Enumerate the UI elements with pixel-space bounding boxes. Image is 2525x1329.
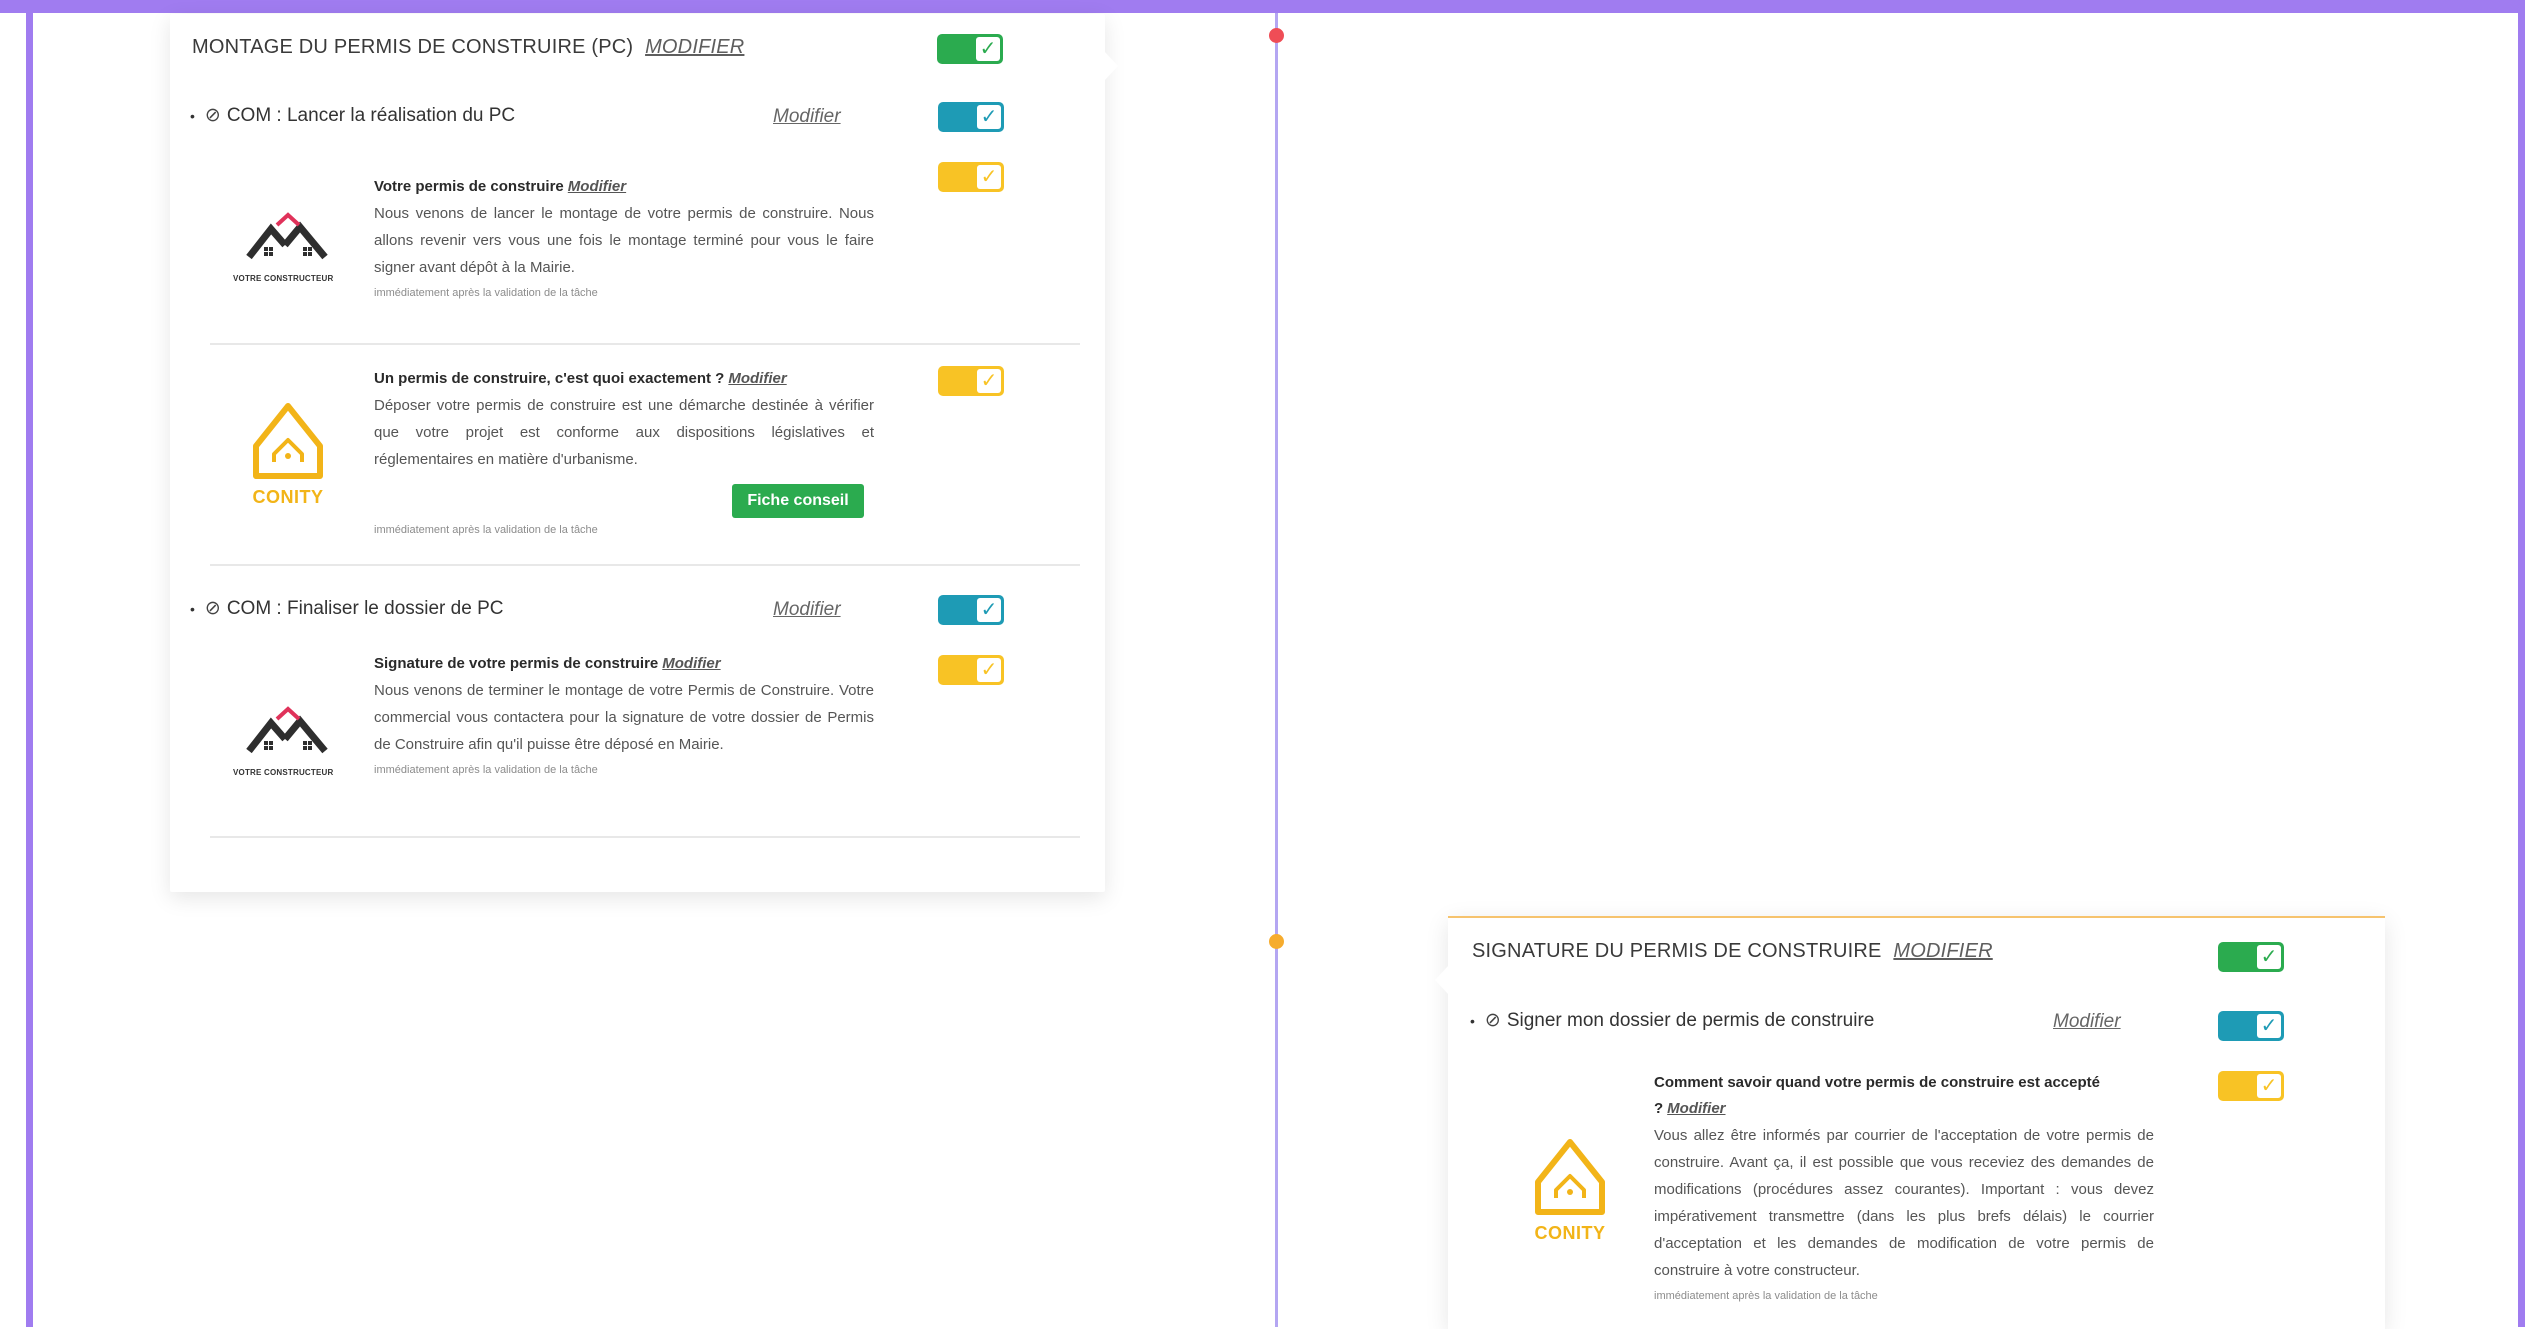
votre-constructeur-logo: VOTRE CONSTRUCTEUR	[233, 207, 351, 297]
logo-caption: VOTRE CONSTRUCTEUR	[233, 768, 334, 777]
check-circle-icon: ⊘	[204, 598, 221, 619]
message-block: Comment savoir quand votre permis de con…	[1654, 1070, 2154, 1302]
check-icon: ✓	[2257, 945, 2281, 969]
check-icon: ✓	[2257, 1014, 2281, 1038]
check-icon: ✓	[977, 658, 1001, 682]
check-circle-icon: ⊘	[204, 105, 221, 126]
message-body: Nous venons de terminer le montage de vo…	[374, 682, 874, 753]
timeline-dot-red	[1269, 28, 1284, 43]
message-title-text: ?	[1654, 1100, 1664, 1117]
section-title: SIGNATURE DU PERMIS DE CONSTRUIRE MODIFI…	[1472, 940, 1993, 963]
message-title-text: Votre permis de construire	[374, 178, 564, 195]
task-label: Signer mon dossier de permis de construi…	[1506, 1009, 1875, 1031]
message-toggle[interactable]: ✓	[2218, 1071, 2284, 1101]
check-circle-icon: ⊘	[1484, 1010, 1501, 1031]
logo-caption: CONITY	[252, 487, 324, 507]
message-title: Signature de votre permis de construire M…	[374, 651, 874, 677]
section-title: MONTAGE DU PERMIS DE CONSTRUIRE (PC) MOD…	[192, 36, 744, 59]
message-body: Nous venons de lancer le montage de votr…	[374, 205, 874, 276]
conity-house-icon	[1535, 1139, 1605, 1215]
message-timing: immédiatement après la validation de la …	[1654, 1290, 1878, 1302]
message-block: Signature de votre permis de construire M…	[374, 651, 874, 776]
step-card-signature-pc: SIGNATURE DU PERMIS DE CONSTRUIRE MODIFI…	[1435, 916, 2385, 1329]
message-timing: immédiatement après la validation de la …	[374, 524, 598, 536]
section-modify-link[interactable]: MODIFIER	[645, 36, 744, 58]
task-label: COM : Finaliser le dossier de PC	[226, 597, 504, 619]
check-icon: ✓	[977, 165, 1001, 189]
message-block: Votre permis de construire Modifier Nous …	[374, 174, 874, 299]
section-toggle[interactable]: ✓	[937, 34, 1003, 64]
frame-top-border	[0, 0, 2525, 13]
bullet-icon: •	[190, 600, 195, 617]
message-timing: immédiatement après la validation de la …	[374, 764, 598, 776]
message-toggle[interactable]: ✓	[938, 366, 1004, 396]
message-modify-link[interactable]: Modifier	[728, 370, 786, 387]
check-icon: ✓	[977, 105, 1001, 129]
frame-right-border	[2518, 0, 2525, 1327]
house-roofs-icon	[246, 706, 328, 754]
task-label: COM : Lancer la réalisation du PC	[226, 104, 516, 126]
bullet-icon: •	[190, 107, 195, 124]
conity-logo: CONITY	[238, 400, 338, 530]
message-body: Déposer votre permis de construire est u…	[374, 397, 874, 468]
message-title-text: Un permis de construire, c'est quoi exac…	[374, 370, 725, 387]
timeline-line	[1275, 13, 1278, 1327]
section-modify-link[interactable]: MODIFIER	[1893, 940, 1992, 962]
check-icon: ✓	[2257, 1074, 2281, 1098]
logo-caption: VOTRE CONSTRUCTEUR	[233, 274, 334, 283]
section-toggle[interactable]: ✓	[2218, 942, 2284, 972]
divider	[210, 564, 1080, 566]
bullet-icon: •	[1470, 1012, 1475, 1029]
task-item: • ⊘ COM : Lancer la réalisation du PC	[190, 104, 515, 127]
message-modify-link[interactable]: Modifier	[662, 655, 720, 672]
message-title: Votre permis de construire Modifier	[374, 174, 874, 200]
task-toggle[interactable]: ✓	[2218, 1011, 2284, 1041]
conity-house-icon	[253, 403, 323, 479]
message-block: Un permis de construire, c'est quoi exac…	[374, 366, 874, 473]
task-modify-link[interactable]: Modifier	[773, 106, 841, 128]
message-toggle[interactable]: ✓	[938, 162, 1004, 192]
task-modify-link[interactable]: Modifier	[773, 599, 841, 621]
check-icon: ✓	[977, 598, 1001, 622]
votre-constructeur-logo: VOTRE CONSTRUCTEUR	[233, 701, 351, 791]
frame-left-border	[26, 0, 33, 1327]
section-title-text: SIGNATURE DU PERMIS DE CONSTRUIRE	[1472, 940, 1882, 962]
message-title: ? Modifier	[1654, 1096, 2154, 1122]
task-modify-link[interactable]: Modifier	[2053, 1011, 2121, 1033]
logo-caption: CONITY	[1534, 1223, 1606, 1243]
check-icon: ✓	[976, 37, 1000, 61]
message-modify-link[interactable]: Modifier	[1667, 1100, 1725, 1117]
message-toggle[interactable]: ✓	[938, 655, 1004, 685]
message-title-text: Signature de votre permis de construire	[374, 655, 659, 672]
divider	[210, 343, 1080, 345]
divider	[210, 836, 1080, 838]
message-timing: immédiatement après la validation de la …	[374, 287, 598, 299]
section-title-text: MONTAGE DU PERMIS DE CONSTRUIRE (PC)	[192, 36, 634, 58]
step-card-montage-pc: MONTAGE DU PERMIS DE CONSTRUIRE (PC) MOD…	[170, 14, 1118, 892]
task-item: • ⊘ COM : Finaliser le dossier de PC	[190, 597, 503, 620]
message-title-text: Comment savoir quand votre permis de con…	[1654, 1074, 2100, 1091]
check-icon: ✓	[977, 369, 1001, 393]
task-item: • ⊘ Signer mon dossier de permis de cons…	[1470, 1009, 1874, 1032]
task-toggle[interactable]: ✓	[938, 595, 1004, 625]
house-roofs-icon	[246, 212, 328, 260]
message-modify-link[interactable]: Modifier	[568, 178, 626, 195]
conity-logo: CONITY	[1520, 1136, 1620, 1266]
fiche-conseil-button[interactable]: Fiche conseil	[732, 484, 864, 518]
message-body: Vous allez être informés par courrier de…	[1654, 1127, 2154, 1279]
timeline-dot-orange	[1269, 934, 1284, 949]
message-title: Un permis de construire, c'est quoi exac…	[374, 366, 874, 392]
task-toggle[interactable]: ✓	[938, 102, 1004, 132]
